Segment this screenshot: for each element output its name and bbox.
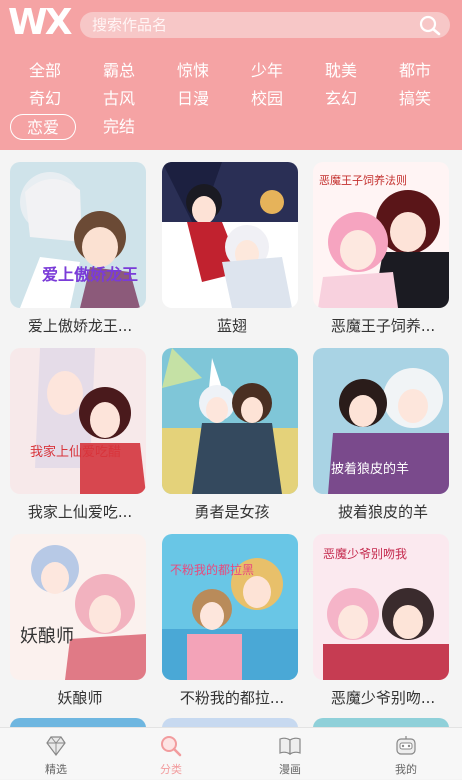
comic-cover[interactable]: 恶魔王子饲养法则 [313, 162, 449, 308]
category-all[interactable]: 全部 [10, 58, 80, 84]
comic-card[interactable]: 披着狼皮的羊 披着狼皮的羊 [313, 336, 462, 523]
search-input[interactable] [90, 12, 410, 38]
comic-card[interactable]: 爱上傲娇龙王 爱上傲娇龙王... [10, 150, 162, 337]
tab-label: 精选 [45, 763, 67, 776]
bottom-tab-bar: 精选 分类 漫画 我的 [0, 727, 462, 779]
comic-title[interactable]: 不粉我的都拉... [162, 687, 302, 709]
cover-title: 妖酿师 [20, 626, 74, 647]
cover-title: 恶魔少爷别吻我 [323, 546, 407, 561]
search-icon[interactable] [418, 14, 442, 36]
comic-title[interactable]: 妖酿师 [10, 687, 150, 709]
app-logo: WX [8, 2, 72, 43]
comic-cover[interactable]: 我家上仙爱吃醋 [10, 348, 146, 494]
cover-title: 披着狼皮的羊 [331, 461, 409, 477]
comic-title[interactable]: 我家上仙爱吃... [10, 501, 150, 523]
comic-cover[interactable] [10, 718, 146, 727]
comic-card[interactable]: 恶魔少爷别吻我 恶魔少爷别吻... [313, 522, 462, 709]
tab-label: 漫画 [279, 763, 301, 776]
tab-comics[interactable]: 漫画 [245, 728, 335, 780]
tab-featured[interactable]: 精选 [11, 728, 101, 780]
comic-card[interactable]: 蓝翅 [162, 150, 314, 337]
tab-label: 我的 [395, 763, 417, 776]
category-comedy[interactable]: 搞笑 [380, 86, 450, 112]
comic-cover[interactable] [162, 348, 298, 494]
category-romance[interactable]: 恋爱 [10, 114, 76, 140]
robot-icon [396, 736, 416, 755]
category-japanese[interactable]: 日漫 [158, 86, 228, 112]
category-campus[interactable]: 校园 [232, 86, 302, 112]
comic-cover[interactable]: 不粉我的都拉黑 [162, 534, 298, 680]
category-youth[interactable]: 少年 [232, 58, 302, 84]
diamond-icon [46, 736, 66, 756]
comic-card[interactable]: 恶魔王子饲养法则 恶魔王子饲养... [313, 150, 462, 337]
header: WX 全部 霸总 惊悚 少年 耽美 都市 奇幻 古风 日漫 校园 玄幻 搞笑 恋… [0, 0, 462, 150]
comic-card[interactable]: 不粉我的都拉黑 不粉我的都拉... [162, 522, 314, 709]
category-bl[interactable]: 耽美 [306, 58, 376, 84]
comic-title[interactable]: 蓝翅 [162, 315, 302, 337]
cover-title: 不粉我的都拉黑 [170, 562, 254, 577]
comic-card[interactable]: 妖酿师 妖酿师 [10, 522, 162, 709]
book-icon [279, 737, 301, 756]
category-ceo[interactable]: 霸总 [84, 58, 154, 84]
category-filter: 全部 霸总 惊悚 少年 耽美 都市 奇幻 古风 日漫 校园 玄幻 搞笑 恋爱 完… [10, 58, 450, 142]
search-bar[interactable] [80, 12, 450, 38]
comic-cover[interactable] [162, 162, 298, 308]
tab-category[interactable]: 分类 [126, 728, 216, 780]
comic-grid: 爱上傲娇龙王 爱上傲娇龙王... 蓝翅 恶魔王子饲养法则 恶魔王子饲养... 我… [0, 150, 462, 727]
category-completed[interactable]: 完结 [84, 114, 154, 140]
tab-mine[interactable]: 我的 [361, 728, 451, 780]
comic-card[interactable]: 我家上仙爱吃醋 我家上仙爱吃... [10, 336, 162, 523]
comic-title[interactable]: 披着狼皮的羊 [313, 501, 453, 523]
tab-label: 分类 [160, 763, 182, 776]
comic-card[interactable]: 勇者是女孩 [162, 336, 314, 523]
comic-cover[interactable]: 披着狼皮的羊 [313, 348, 449, 494]
category-fantasy[interactable]: 奇幻 [10, 86, 80, 112]
comic-cover[interactable] [162, 718, 298, 727]
comic-cover[interactable] [313, 718, 449, 727]
category-thriller[interactable]: 惊悚 [158, 58, 228, 84]
comic-title[interactable]: 勇者是女孩 [162, 501, 302, 523]
category-urban[interactable]: 都市 [380, 58, 450, 84]
comic-cover[interactable]: 恶魔少爷别吻我 [313, 534, 449, 680]
category-mystic[interactable]: 玄幻 [306, 86, 376, 112]
comic-cover[interactable]: 爱上傲娇龙王 [10, 162, 146, 308]
search-icon [161, 736, 182, 757]
comic-title[interactable]: 恶魔少爷别吻... [313, 687, 453, 709]
cover-title: 恶魔王子饲养法则 [319, 173, 407, 187]
comic-title[interactable]: 恶魔王子饲养... [313, 315, 453, 337]
comic-cover[interactable]: 妖酿师 [10, 534, 146, 680]
category-ancient[interactable]: 古风 [84, 86, 154, 112]
comic-title[interactable]: 爱上傲娇龙王... [10, 315, 150, 337]
cover-title: 我家上仙爱吃醋 [30, 444, 121, 460]
cover-title: 爱上傲娇龙王 [42, 265, 138, 284]
